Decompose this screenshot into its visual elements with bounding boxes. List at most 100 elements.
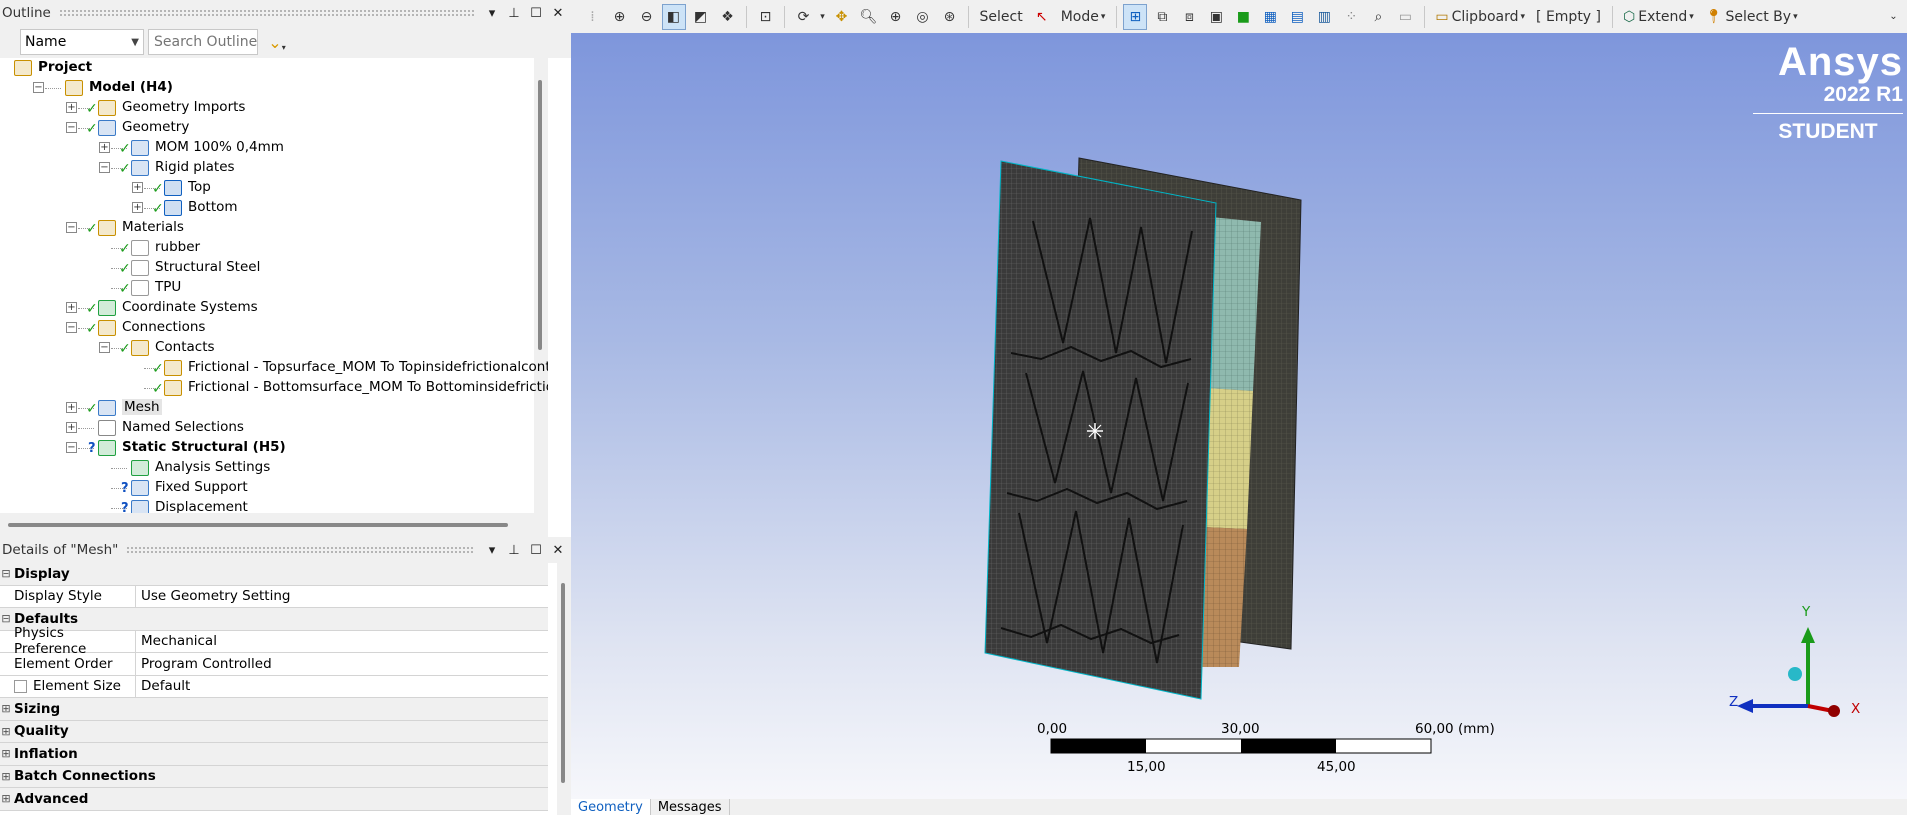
expand-icon[interactable]: ⊞	[0, 743, 12, 765]
parameter-checkbox[interactable]	[14, 679, 27, 693]
maximize-icon[interactable]: ☐	[527, 541, 545, 559]
pan-icon[interactable]: ✥	[830, 4, 854, 30]
edge-select-icon[interactable]: ⧉	[1150, 4, 1174, 30]
maximize-icon[interactable]: ☐	[527, 4, 545, 22]
mesh-select-icon[interactable]: ▤	[1285, 4, 1309, 30]
clipboard-button[interactable]: ▭ Clipboard ▾	[1431, 4, 1529, 30]
tree-item[interactable]: − ✓ Geometry	[0, 118, 548, 138]
tree-item[interactable]: + ✓ Mesh	[0, 398, 548, 418]
zoom-icon[interactable]: 🔍︎	[857, 4, 881, 30]
rotate-dropdown-icon[interactable]: ▾	[819, 4, 827, 30]
details-grip[interactable]	[126, 546, 475, 554]
select-arrow-icon[interactable]: ↖	[1030, 4, 1054, 30]
details-property-value[interactable]: Mechanical	[136, 631, 548, 653]
grey-tool-icon[interactable]: ▭	[1393, 4, 1417, 30]
3d-viewport[interactable]: Ansys 2022 R1 STUDENT 0,00 30,00 60,00 (…	[571, 33, 1907, 799]
expand-icon[interactable]: +	[66, 102, 77, 113]
tree-item[interactable]: ✓ Frictional - Topsurface_MOM To Topinsid…	[0, 358, 548, 378]
collapse-icon[interactable]: −	[66, 442, 77, 453]
expand-icon[interactable]: ⊞	[0, 788, 12, 810]
collapse-icon[interactable]: −	[66, 322, 77, 333]
rotate-icon[interactable]: ⟳	[792, 4, 816, 30]
expand-icon[interactable]: +	[132, 182, 143, 193]
collapse-icon[interactable]: ⊟	[0, 608, 12, 630]
zoom-fit-icon[interactable]: ◎	[911, 4, 935, 30]
details-group-row[interactable]: ⊞ Inflation	[0, 743, 548, 766]
zoom-in-icon[interactable]: ⊕	[608, 4, 632, 30]
tree-item[interactable]: − ✓ Contacts	[0, 338, 548, 358]
annotation-icon[interactable]: ⌕	[1366, 4, 1390, 30]
tree-item[interactable]: + Named Selections	[0, 418, 548, 438]
body-select-icon[interactable]: ▣	[1204, 4, 1228, 30]
zoom-out-icon[interactable]: ⊖	[635, 4, 659, 30]
details-vertical-scrollbar[interactable]	[557, 563, 571, 815]
outline-grip[interactable]	[58, 9, 475, 17]
collapse-icon[interactable]: −	[66, 222, 77, 233]
tree-item[interactable]: + ✓ Top	[0, 178, 548, 198]
details-property-row[interactable]: Display Style Use Geometry Setting	[0, 585, 548, 608]
box-select-icon[interactable]: ⊡	[754, 4, 778, 30]
tree-item[interactable]: − ✓ Materials	[0, 218, 548, 238]
details-group-row[interactable]: ⊟ Display	[0, 563, 548, 586]
tree-item[interactable]: − ✓ Rigid plates	[0, 158, 548, 178]
zoom-box-icon[interactable]: ⊕	[884, 4, 908, 30]
details-property-row[interactable]: Element Order Program Controlled	[0, 653, 548, 676]
mode-button[interactable]: Mode ▾	[1057, 4, 1110, 30]
details-group-row[interactable]: ⊞ Quality	[0, 720, 548, 743]
close-icon[interactable]: ✕	[549, 4, 567, 22]
details-property-value[interactable]: Program Controlled	[136, 653, 548, 675]
collapse-icon[interactable]: ⊟	[0, 563, 12, 585]
tree-item[interactable]: + ✓ Geometry Imports	[0, 98, 548, 118]
details-group-row[interactable]: ⊞ Batch Connections	[0, 765, 548, 788]
tree-horizontal-scrollbar[interactable]	[0, 513, 548, 537]
details-group-row[interactable]: ⊞ Sizing	[0, 698, 548, 721]
magnifier-icon[interactable]: ⊛	[938, 4, 962, 30]
expand-icon[interactable]: +	[66, 422, 77, 433]
toolbar-overflow-icon[interactable]: ⌄	[1882, 4, 1906, 30]
collapse-icon[interactable]: −	[99, 162, 110, 173]
expand-icon[interactable]: +	[99, 142, 110, 153]
tree-item[interactable]: ✓ Structural Steel	[0, 258, 548, 278]
details-property-row[interactable]: Physics Preference Mechanical	[0, 625, 548, 657]
wireframe-view-icon[interactable]: ❖	[716, 4, 740, 30]
expand-icon[interactable]: ⊞	[0, 721, 12, 743]
solid-view-icon[interactable]: ◧	[661, 3, 686, 30]
dropdown-icon[interactable]: ▾	[483, 541, 501, 559]
element-select-icon[interactable]: ■	[1231, 4, 1255, 30]
tree-item[interactable]: ? Fixed Support	[0, 478, 548, 498]
collapse-icon[interactable]: −	[99, 342, 110, 353]
tab-geometry[interactable]: Geometry	[571, 799, 651, 815]
tree-item[interactable]: + ✓ Bottom	[0, 198, 548, 218]
pin-icon[interactable]: ⊥	[505, 541, 523, 559]
search-outline-input[interactable]	[148, 29, 258, 55]
tree-item[interactable]: − Model (H4)	[0, 78, 548, 98]
tab-messages[interactable]: Messages	[651, 799, 730, 815]
tree-item[interactable]: Project	[0, 58, 548, 78]
name-filter-select[interactable]: Name ▼	[20, 29, 144, 55]
collapse-icon[interactable]: −	[66, 122, 77, 133]
details-property-row[interactable]: Element Size Default	[0, 675, 548, 698]
expand-icon[interactable]: +	[132, 202, 143, 213]
tree-item[interactable]: + ✓ MOM 100% 0,4mm	[0, 138, 548, 158]
expand-icon[interactable]: +	[66, 402, 77, 413]
tree-item[interactable]: ✓ Frictional - Bottomsurface_MOM To Botto…	[0, 378, 548, 398]
details-group-row[interactable]: ⊞ Advanced	[0, 788, 548, 811]
pin-icon[interactable]: ⊥	[505, 4, 523, 22]
cube-view-icon[interactable]: ◩	[689, 4, 713, 30]
expand-icon[interactable]: +	[66, 302, 77, 313]
vertex-select-icon[interactable]: ⊞	[1123, 3, 1148, 30]
tree-item[interactable]: ? Displacement	[0, 498, 548, 513]
expand-icon[interactable]: ⊞	[0, 698, 12, 720]
face-select-icon[interactable]: ⧈	[1177, 4, 1201, 30]
close-icon[interactable]: ✕	[549, 541, 567, 559]
tree-item[interactable]: ✓ rubber	[0, 238, 548, 258]
tree-item[interactable]: ✓ TPU	[0, 278, 548, 298]
node-select-icon[interactable]: ▦	[1258, 4, 1282, 30]
filter-options-button[interactable]: ⌄ ▾	[262, 29, 292, 55]
details-property-value[interactable]: Default	[136, 676, 548, 698]
select-button[interactable]: Select	[976, 4, 1027, 30]
details-property-value[interactable]: Use Geometry Setting	[136, 586, 548, 608]
select-by-button[interactable]: 📍︎ Select By ▾	[1701, 4, 1802, 30]
extend-button[interactable]: ⬡ Extend ▾	[1619, 4, 1698, 30]
tree-item[interactable]: −? Static Structural (H5)	[0, 438, 548, 458]
